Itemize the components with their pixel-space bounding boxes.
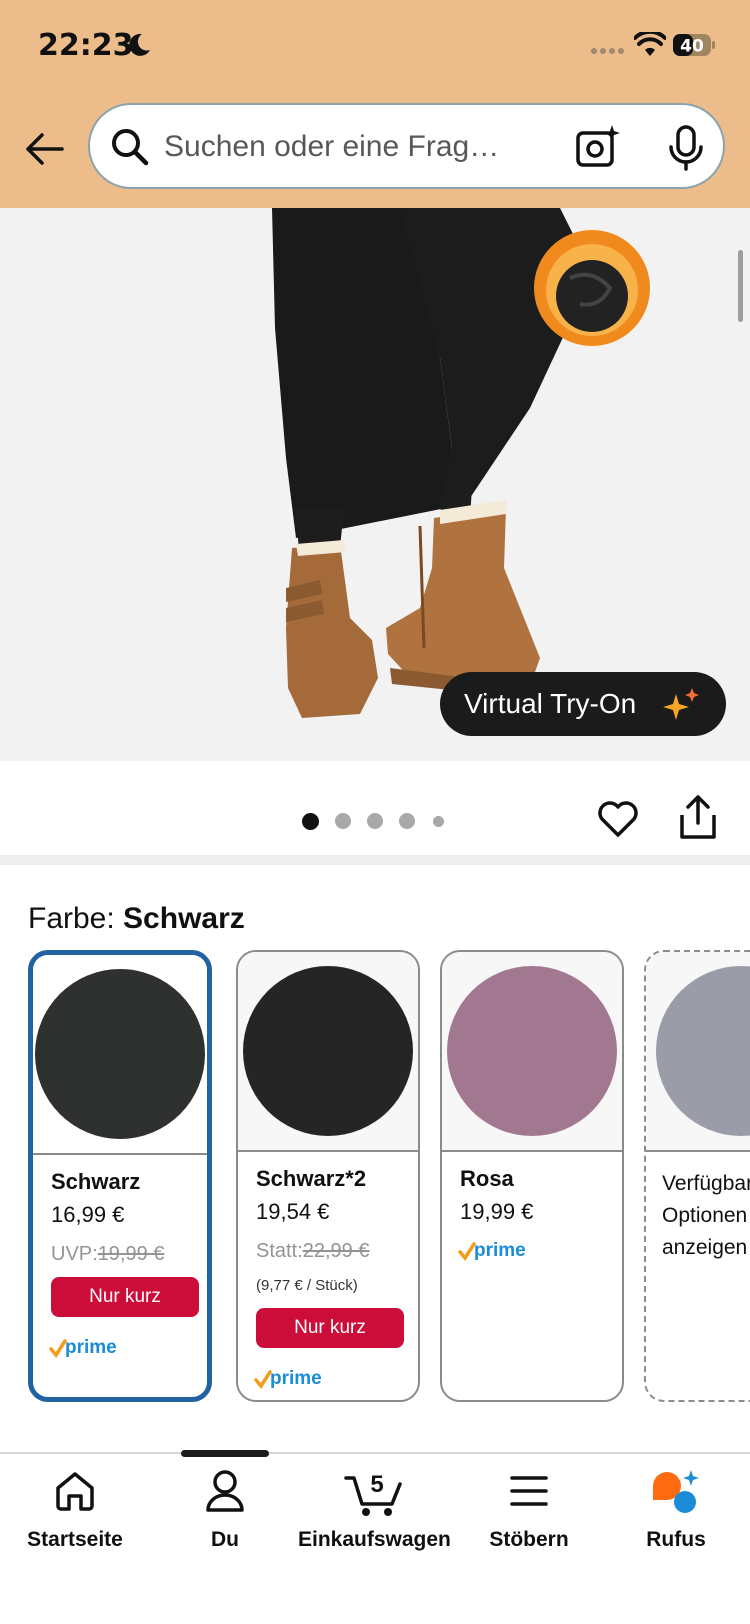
cellular-signal-icon — [591, 48, 624, 54]
nav-du[interactable]: Du — [180, 1468, 270, 1558]
pagination-dot[interactable] — [367, 813, 383, 829]
more-options-card[interactable]: Verfügbare Optionen anzeigen — [644, 950, 750, 1402]
deal-badge: Nur kurz — [256, 1308, 404, 1348]
variant-swatch-schwarz-2[interactable]: Schwarz*2 19,54 € Statt:22,99 € (9,77 € … — [236, 950, 420, 1402]
swatch-image — [442, 952, 622, 1152]
rufus-icon — [653, 1470, 699, 1513]
wifi-icon — [634, 32, 666, 56]
nav-rufus[interactable]: Rufus — [626, 1468, 726, 1558]
share-icon[interactable] — [678, 793, 718, 841]
swatch-name: Rosa — [460, 1166, 514, 1191]
list-price-value: 19,99 € — [97, 1243, 165, 1265]
swatch-price: 16,99 € — [51, 1202, 125, 1227]
variant-swatch-rosa[interactable]: Rosa 19,99 € prime — [440, 950, 624, 1402]
nav-label: Stöbern — [489, 1528, 569, 1551]
user-icon — [206, 1470, 244, 1512]
color-label: Farbe: Schwarz — [28, 902, 245, 936]
nav-stoebern[interactable]: Stöbern — [474, 1468, 584, 1558]
prime-logo: prime — [458, 1240, 526, 1261]
swatch-unit-price: (9,77 € / Stück) — [256, 1277, 358, 1294]
search-input[interactable] — [164, 125, 544, 169]
scrollbar-thumb[interactable] — [738, 250, 743, 322]
prime-logo: prime — [254, 1368, 322, 1389]
pagination-dot[interactable] — [433, 816, 444, 827]
prime-label: prime — [474, 1240, 526, 1261]
swatch-name: Schwarz*2 — [256, 1166, 367, 1191]
pagination-dot[interactable] — [302, 813, 319, 830]
swatch-image — [33, 955, 207, 1155]
list-price-label: Statt: — [256, 1240, 303, 1262]
nav-label: Einkaufswagen — [298, 1528, 451, 1551]
cart-count-badge: 5 — [370, 1471, 383, 1498]
cart-icon: 5 — [344, 1471, 402, 1516]
more-options-line: Optionen — [662, 1204, 748, 1227]
pagination-dot[interactable] — [335, 813, 351, 829]
deal-badge: Nur kurz — [51, 1277, 199, 1317]
prime-label: prime — [65, 1337, 117, 1358]
home-icon — [56, 1472, 94, 1511]
swatch-price: 19,54 € — [256, 1199, 330, 1224]
pagination-dot[interactable] — [399, 813, 415, 829]
color-label-prefix: Farbe: — [28, 902, 124, 935]
more-options-label: Verfügbare Optionen anzeigen — [662, 1168, 750, 1264]
gallery-controls — [0, 761, 750, 865]
app-header: 22:23 40 — [0, 0, 750, 208]
moon-icon — [129, 33, 150, 56]
camera-lens-icon[interactable] — [574, 123, 622, 171]
swatch-image — [646, 952, 750, 1152]
virtual-try-on-button[interactable]: Virtual Try-On — [440, 672, 726, 736]
swatch-price: 19,99 € — [460, 1199, 534, 1224]
more-options-line: anzeigen — [662, 1236, 748, 1259]
sparkle-icon — [663, 688, 699, 720]
color-circle — [447, 966, 617, 1136]
list-price-label: UVP: — [51, 1243, 98, 1265]
color-circle — [35, 969, 205, 1139]
swatch-name: Schwarz — [51, 1169, 141, 1194]
heart-icon[interactable] — [596, 797, 640, 841]
microphone-icon[interactable] — [664, 125, 708, 171]
active-tab-indicator — [181, 1450, 269, 1457]
swatch-image — [238, 952, 418, 1152]
battery-level: 40 — [680, 37, 704, 57]
variant-swatch-schwarz[interactable]: Schwarz 16,99 € UVP:19,99 € Nur kurz pri… — [28, 950, 212, 1402]
battery-icon: 40 — [672, 32, 716, 58]
nav-einkaufswagen[interactable]: 5 Einkaufswagen — [298, 1468, 451, 1558]
list-price-value: 22,99 € — [302, 1240, 370, 1262]
prime-logo: prime — [49, 1337, 117, 1358]
nav-label: Du — [211, 1528, 239, 1551]
swatch-list-price: Statt:22,99 € — [256, 1240, 369, 1263]
virtual-try-on-label: Virtual Try-On — [464, 688, 637, 719]
search-icon — [112, 129, 149, 166]
swatch-list-price: UVP:19,99 € — [51, 1243, 164, 1266]
search-bar[interactable] — [88, 103, 725, 189]
nav-startseite[interactable]: Startseite — [20, 1468, 130, 1558]
more-options-line: Verfügbare — [662, 1172, 750, 1195]
color-circle — [243, 966, 413, 1136]
nav-label: Startseite — [27, 1528, 123, 1551]
prime-label: prime — [270, 1368, 322, 1389]
back-arrow-icon[interactable] — [22, 126, 68, 172]
menu-icon — [510, 1476, 548, 1506]
color-circle — [656, 966, 750, 1136]
status-time: 22:23 — [38, 28, 134, 63]
color-selected-name: Schwarz — [123, 902, 245, 935]
nav-label: Rufus — [646, 1528, 706, 1551]
